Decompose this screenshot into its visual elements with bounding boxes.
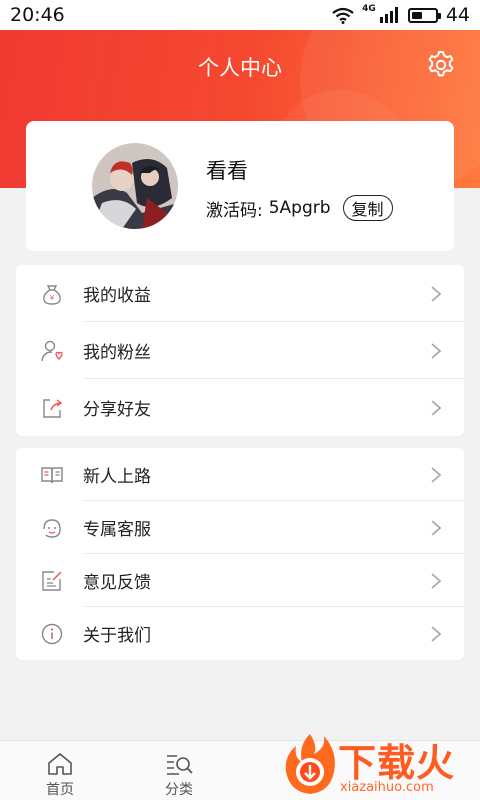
gear-icon[interactable] [426,50,456,80]
activation-code-label: 激活码: [206,200,263,221]
activation-code-value: 5Apgrb [268,198,331,218]
profile-card: 看看 激活码: 5Apgrb 复制 [26,121,454,251]
home-icon [48,753,72,775]
watermark: 下载火 xiazaihuo.com [280,730,480,800]
share-icon [43,398,63,418]
battery-level: 44 [445,4,470,26]
chevron-right-icon [431,519,442,536]
avatar[interactable] [92,143,178,229]
nav-home[interactable]: 首页 [30,751,90,799]
menu-label-earnings: 我的收益 [83,286,151,306]
svg-text:¥: ¥ [50,294,55,302]
nav-home-label: 首页 [46,782,74,798]
chevron-right-icon [431,572,442,589]
status-time: 20:46 [10,4,65,26]
menu-item-fans[interactable]: 我的粉丝 [16,322,464,379]
menu-label-share: 分享好友 [83,400,151,420]
menu-label-about: 关于我们 [83,626,151,646]
battery-icon [407,7,441,23]
info-icon [41,623,63,644]
menu-item-about[interactable]: 关于我们 [16,607,464,660]
username: 看看 [206,159,248,183]
chevron-right-icon [431,399,442,416]
chevron-right-icon [431,625,442,642]
nav-category[interactable]: 分类 [149,751,209,799]
customer-service-icon [43,518,61,538]
feedback-icon [42,570,62,591]
flame-logo-icon [285,734,335,794]
wifi-icon [332,7,354,24]
nav-category-label: 分类 [165,782,193,798]
status-bar: 20:46 4G 44 [0,0,480,30]
user-heart-icon [41,340,63,361]
chevron-right-icon [431,285,442,302]
menu-label-newbie-guide: 新人上路 [83,467,151,487]
menu-label-feedback: 意见反馈 [83,573,151,593]
book-icon [41,466,63,483]
network-type: 4G [362,4,376,14]
page-title: 个人中心 [198,56,282,80]
menu-label-fans: 我的粉丝 [83,343,151,363]
menu-item-earnings[interactable]: ¥ 我的收益 [16,265,464,322]
menu-item-newbie-guide[interactable]: 新人上路 [16,448,464,501]
copy-button[interactable]: 复制 [342,195,393,221]
signal-icon [379,7,398,23]
watermark-text: 下载火 [338,741,456,785]
menu-item-feedback[interactable]: 意见反馈 [16,554,464,607]
watermark-url: xiazaihuo.com [340,780,434,795]
menu-group-help: 新人上路 专属客服 意见反馈 关于我们 [16,448,464,660]
chevron-right-icon [431,466,442,483]
activation-code-row: 激活码: 5Apgrb 复制 [206,195,393,221]
money-bag-icon: ¥ [43,284,61,305]
menu-group-earnings: ¥ 我的收益 我的粉丝 分享好友 [16,265,464,436]
menu-item-share[interactable]: 分享好友 [16,379,464,436]
chevron-right-icon [431,342,442,359]
status-icons: 4G 44 [332,4,470,26]
menu-item-customer-service[interactable]: 专属客服 [16,501,464,554]
menu-label-customer-service: 专属客服 [83,520,151,540]
category-search-icon [167,755,193,775]
